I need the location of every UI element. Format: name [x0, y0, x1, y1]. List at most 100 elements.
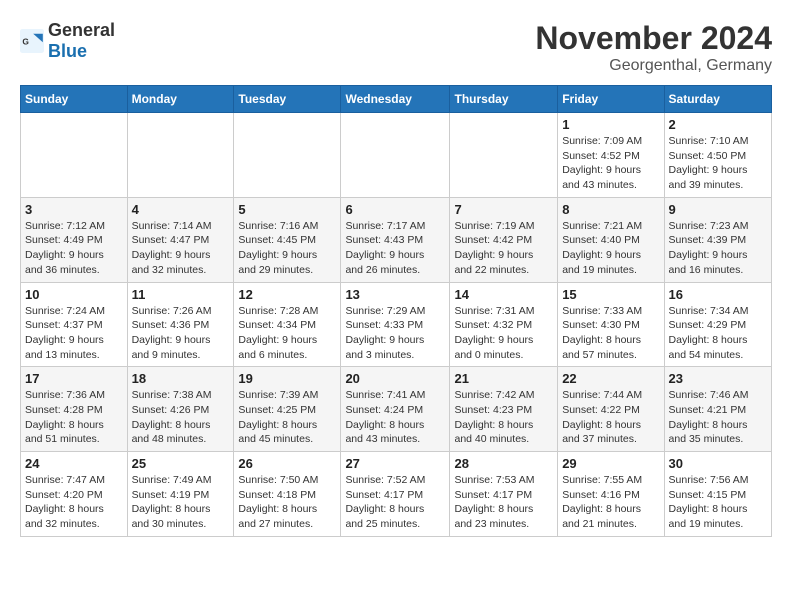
- calendar-cell: 19 Sunrise: 7:39 AM Sunset: 4:25 PM Dayli…: [234, 367, 341, 452]
- day-number: 13: [345, 287, 445, 302]
- weekday-header-monday: Monday: [127, 86, 234, 113]
- day-info: Sunrise: 7:19 AM Sunset: 4:42 PM Dayligh…: [454, 219, 553, 278]
- calendar-cell: 5 Sunrise: 7:16 AM Sunset: 4:45 PM Daylig…: [234, 197, 341, 282]
- calendar-cell: [234, 113, 341, 198]
- calendar-cell: 30 Sunrise: 7:56 AM Sunset: 4:15 PM Dayli…: [664, 452, 771, 537]
- calendar-cell: 6 Sunrise: 7:17 AM Sunset: 4:43 PM Daylig…: [341, 197, 450, 282]
- calendar-cell: 8Sunrise: 7:21 AM Sunset: 4:40 PM Daylig…: [558, 197, 664, 282]
- day-info: Sunrise: 7:16 AM Sunset: 4:45 PM Dayligh…: [238, 219, 336, 278]
- day-number: 16: [669, 287, 767, 302]
- weekday-header-sunday: Sunday: [21, 86, 128, 113]
- day-info: Sunrise: 7:10 AM Sunset: 4:50 PM Dayligh…: [669, 134, 767, 193]
- calendar-cell: 3Sunrise: 7:12 AM Sunset: 4:49 PM Daylig…: [21, 197, 128, 282]
- day-info: Sunrise: 7:23 AM Sunset: 4:39 PM Dayligh…: [669, 219, 767, 278]
- day-info: Sunrise: 7:17 AM Sunset: 4:43 PM Dayligh…: [345, 219, 445, 278]
- day-number: 27: [345, 456, 445, 471]
- calendar-cell: 2 Sunrise: 7:10 AM Sunset: 4:50 PM Daylig…: [664, 113, 771, 198]
- calendar-cell: 4 Sunrise: 7:14 AM Sunset: 4:47 PM Daylig…: [127, 197, 234, 282]
- logo-icon: G: [20, 29, 44, 53]
- day-info: Sunrise: 7:29 AM Sunset: 4:33 PM Dayligh…: [345, 304, 445, 363]
- day-number: 12: [238, 287, 336, 302]
- location-title: Georgenthal, Germany: [535, 57, 772, 75]
- day-number: 22: [562, 371, 659, 386]
- day-info: Sunrise: 7:52 AM Sunset: 4:17 PM Dayligh…: [345, 473, 445, 532]
- day-info: Sunrise: 7:12 AM Sunset: 4:49 PM Dayligh…: [25, 219, 123, 278]
- day-info: Sunrise: 7:44 AM Sunset: 4:22 PM Dayligh…: [562, 388, 659, 447]
- calendar-cell: 21 Sunrise: 7:42 AM Sunset: 4:23 PM Dayli…: [450, 367, 558, 452]
- calendar-cell: 22 Sunrise: 7:44 AM Sunset: 4:22 PM Dayli…: [558, 367, 664, 452]
- day-number: 2: [669, 117, 767, 132]
- day-number: 1: [562, 117, 659, 132]
- day-info: Sunrise: 7:26 AM Sunset: 4:36 PM Dayligh…: [132, 304, 230, 363]
- day-number: 30: [669, 456, 767, 471]
- day-number: 29: [562, 456, 659, 471]
- day-info: Sunrise: 7:39 AM Sunset: 4:25 PM Dayligh…: [238, 388, 336, 447]
- day-number: 26: [238, 456, 336, 471]
- calendar-cell: [21, 113, 128, 198]
- day-number: 21: [454, 371, 553, 386]
- day-number: 7: [454, 202, 553, 217]
- calendar-cell: 16 Sunrise: 7:34 AM Sunset: 4:29 PM Dayli…: [664, 282, 771, 367]
- day-info: Sunrise: 7:34 AM Sunset: 4:29 PM Dayligh…: [669, 304, 767, 363]
- calendar-cell: 7 Sunrise: 7:19 AM Sunset: 4:42 PM Daylig…: [450, 197, 558, 282]
- day-info: Sunrise: 7:56 AM Sunset: 4:15 PM Dayligh…: [669, 473, 767, 532]
- day-info: Sunrise: 7:55 AM Sunset: 4:16 PM Dayligh…: [562, 473, 659, 532]
- svg-text:G: G: [22, 37, 29, 47]
- calendar-cell: 14Sunrise: 7:31 AM Sunset: 4:32 PM Dayli…: [450, 282, 558, 367]
- day-info: Sunrise: 7:41 AM Sunset: 4:24 PM Dayligh…: [345, 388, 445, 447]
- calendar-cell: 10 Sunrise: 7:24 AM Sunset: 4:37 PM Dayli…: [21, 282, 128, 367]
- day-number: 25: [132, 456, 230, 471]
- day-info: Sunrise: 7:36 AM Sunset: 4:28 PM Dayligh…: [25, 388, 123, 447]
- day-number: 4: [132, 202, 230, 217]
- calendar-cell: 1 Sunrise: 7:09 AM Sunset: 4:52 PM Daylig…: [558, 113, 664, 198]
- calendar-table: SundayMondayTuesdayWednesdayThursdayFrid…: [20, 85, 772, 537]
- day-number: 15: [562, 287, 659, 302]
- logo-blue: Blue: [48, 41, 87, 61]
- day-info: Sunrise: 7:42 AM Sunset: 4:23 PM Dayligh…: [454, 388, 553, 447]
- day-number: 6: [345, 202, 445, 217]
- day-info: Sunrise: 7:09 AM Sunset: 4:52 PM Dayligh…: [562, 134, 659, 193]
- month-title: November 2024: [535, 20, 772, 57]
- calendar-cell: 13 Sunrise: 7:29 AM Sunset: 4:33 PM Dayli…: [341, 282, 450, 367]
- day-number: 5: [238, 202, 336, 217]
- calendar-cell: 15 Sunrise: 7:33 AM Sunset: 4:30 PM Dayli…: [558, 282, 664, 367]
- week-row-1: 1 Sunrise: 7:09 AM Sunset: 4:52 PM Daylig…: [21, 113, 772, 198]
- weekday-header-tuesday: Tuesday: [234, 86, 341, 113]
- day-number: 19: [238, 371, 336, 386]
- title-block: November 2024 Georgenthal, Germany: [535, 20, 772, 75]
- calendar-cell: 12 Sunrise: 7:28 AM Sunset: 4:34 PM Dayli…: [234, 282, 341, 367]
- day-number: 28: [454, 456, 553, 471]
- day-number: 24: [25, 456, 123, 471]
- calendar-cell: [341, 113, 450, 198]
- logo: G General Blue: [20, 20, 115, 62]
- day-info: Sunrise: 7:28 AM Sunset: 4:34 PM Dayligh…: [238, 304, 336, 363]
- calendar-cell: 25 Sunrise: 7:49 AM Sunset: 4:19 PM Dayli…: [127, 452, 234, 537]
- calendar-cell: [450, 113, 558, 198]
- calendar-cell: 27 Sunrise: 7:52 AM Sunset: 4:17 PM Dayli…: [341, 452, 450, 537]
- day-number: 10: [25, 287, 123, 302]
- day-info: Sunrise: 7:49 AM Sunset: 4:19 PM Dayligh…: [132, 473, 230, 532]
- day-info: Sunrise: 7:46 AM Sunset: 4:21 PM Dayligh…: [669, 388, 767, 447]
- calendar-cell: 11Sunrise: 7:26 AM Sunset: 4:36 PM Dayli…: [127, 282, 234, 367]
- weekday-header-thursday: Thursday: [450, 86, 558, 113]
- weekday-header-row: SundayMondayTuesdayWednesdayThursdayFrid…: [21, 86, 772, 113]
- calendar-cell: 20Sunrise: 7:41 AM Sunset: 4:24 PM Dayli…: [341, 367, 450, 452]
- day-info: Sunrise: 7:14 AM Sunset: 4:47 PM Dayligh…: [132, 219, 230, 278]
- page-header: G General Blue November 2024 Georgenthal…: [20, 20, 772, 75]
- calendar-cell: 17Sunrise: 7:36 AM Sunset: 4:28 PM Dayli…: [21, 367, 128, 452]
- calendar-cell: 23 Sunrise: 7:46 AM Sunset: 4:21 PM Dayli…: [664, 367, 771, 452]
- calendar-cell: 28Sunrise: 7:53 AM Sunset: 4:17 PM Dayli…: [450, 452, 558, 537]
- day-number: 18: [132, 371, 230, 386]
- logo-text: General Blue: [48, 20, 115, 62]
- day-number: 23: [669, 371, 767, 386]
- weekday-header-friday: Friday: [558, 86, 664, 113]
- day-info: Sunrise: 7:24 AM Sunset: 4:37 PM Dayligh…: [25, 304, 123, 363]
- day-info: Sunrise: 7:38 AM Sunset: 4:26 PM Dayligh…: [132, 388, 230, 447]
- week-row-3: 10 Sunrise: 7:24 AM Sunset: 4:37 PM Dayli…: [21, 282, 772, 367]
- day-info: Sunrise: 7:33 AM Sunset: 4:30 PM Dayligh…: [562, 304, 659, 363]
- day-info: Sunrise: 7:21 AM Sunset: 4:40 PM Dayligh…: [562, 219, 659, 278]
- day-number: 9: [669, 202, 767, 217]
- day-info: Sunrise: 7:47 AM Sunset: 4:20 PM Dayligh…: [25, 473, 123, 532]
- day-info: Sunrise: 7:50 AM Sunset: 4:18 PM Dayligh…: [238, 473, 336, 532]
- logo-general: General: [48, 20, 115, 40]
